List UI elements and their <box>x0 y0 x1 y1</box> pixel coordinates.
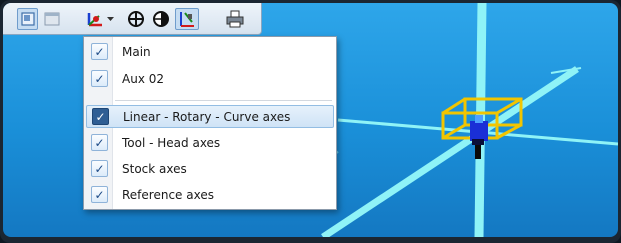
3d-viewport[interactable]: ✓ Main ✓ Aux 02 ✓ Linear - Rotary - Curv… <box>3 3 618 237</box>
view-icon <box>20 12 35 26</box>
app-window: ✓ Main ✓ Aux 02 ✓ Linear - Rotary - Curv… <box>0 0 621 243</box>
menu-item-label: Linear - Rotary - Curve axes <box>123 109 291 124</box>
menu-item-label: Reference axes <box>122 187 214 202</box>
checkbox-checked-icon: ✓ <box>91 70 108 87</box>
menu-item-reference-axes[interactable]: ✓ Reference axes <box>86 183 334 206</box>
tool-axes-icon <box>180 12 194 27</box>
chevron-down-icon <box>107 16 114 21</box>
menu-item-aux-02[interactable]: ✓ Aux 02 <box>86 67 334 90</box>
diagonal-axis-line <box>321 66 579 237</box>
half-disc-icon <box>153 11 169 27</box>
view-button[interactable] <box>17 8 38 30</box>
tool-axes-button[interactable] <box>175 8 199 30</box>
menu-item-label: Main <box>122 44 151 59</box>
half-disc-button[interactable] <box>150 8 172 30</box>
menu-separator <box>115 100 332 101</box>
printer-button[interactable] <box>223 8 247 30</box>
checkbox-checked-icon: ✓ <box>91 160 108 177</box>
menu-item-linear-rotary-curve-axes[interactable]: ✓ Linear - Rotary - Curve axes <box>86 105 334 128</box>
checkbox-checked-icon: ✓ <box>91 43 108 60</box>
checkbox-checked-icon: ✓ <box>92 108 109 125</box>
menu-item-label: Aux 02 <box>122 71 164 86</box>
axes-dropdown-button[interactable] <box>83 8 117 30</box>
tool-head <box>470 115 488 159</box>
printer-icon <box>226 10 244 28</box>
checkbox-checked-icon: ✓ <box>91 134 108 151</box>
menu-item-main[interactable]: ✓ Main <box>86 40 334 63</box>
window-icon <box>44 12 59 26</box>
menu-item-label: Stock axes <box>122 161 187 176</box>
menu-item-label: Tool - Head axes <box>122 135 221 150</box>
menu-item-stock-axes[interactable]: ✓ Stock axes <box>86 157 334 180</box>
window-button[interactable] <box>41 8 62 30</box>
menu-item-tool-head-axes[interactable]: ✓ Tool - Head axes <box>86 131 334 154</box>
viewport-toolbar <box>3 3 262 35</box>
checkbox-checked-icon: ✓ <box>91 186 108 203</box>
axes-visibility-menu: ✓ Main ✓ Aux 02 ✓ Linear - Rotary - Curv… <box>83 36 337 210</box>
axes-dropdown-icon <box>87 13 102 27</box>
crosshair-button[interactable] <box>125 8 147 30</box>
crosshair-icon <box>128 11 144 27</box>
